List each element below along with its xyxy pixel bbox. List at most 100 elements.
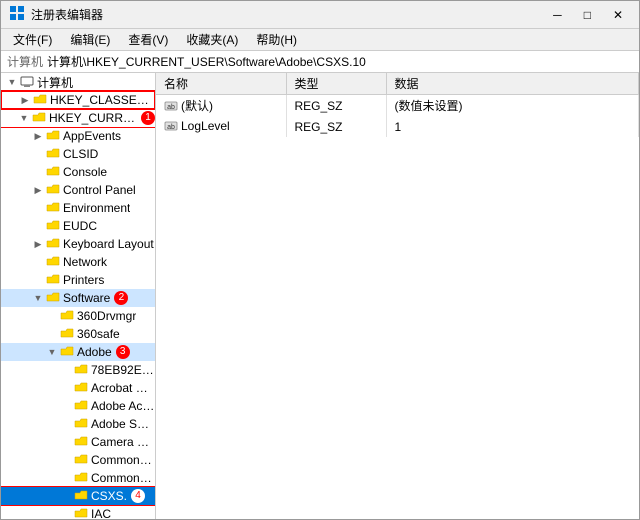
folder-icon-camera-raw [73,435,89,449]
expand-adobe-sync [59,417,73,431]
maximize-button[interactable]: □ [576,6,599,24]
folder-icon-keyboard-layout [45,237,61,251]
content-area: 计算机 HKEY_CLASSES_ROOT HKEY_CURRENT_USER … [1,73,639,519]
menu-view[interactable]: 查看(V) [120,29,176,50]
tree-item-iac[interactable]: IAC [1,505,155,519]
tree-item-keyboard-layout[interactable]: Keyboard Layout [1,235,155,253]
environment-label: Environment [63,201,130,215]
minimize-button[interactable]: ─ [545,6,570,24]
tree-item-appevents[interactable]: AppEvents [1,127,155,145]
tree-item-adobe-synchronizer[interactable]: Adobe Synchronizer [1,415,155,433]
col-header-name: 名称 [156,73,286,95]
expand-printers [31,273,45,287]
commonfiles-label: CommonFiles [91,471,155,485]
tree-item-network[interactable]: Network [1,253,155,271]
tree-item-eudc[interactable]: EUDC [1,217,155,235]
tree-item-control-panel[interactable]: Control Panel [1,181,155,199]
adobe-badge: 3 [116,345,130,359]
menu-file[interactable]: 文件(F) [5,29,60,50]
expand-360safe [45,327,59,341]
control-panel-label: Control Panel [63,183,136,197]
expand-software [31,291,45,305]
folder-icon-78eb [73,363,89,377]
tree-panel: 计算机 HKEY_CLASSES_ROOT HKEY_CURRENT_USER … [1,73,156,519]
adobe-acrobat-label: Adobe Acrobat [91,399,155,413]
expand-csxs [59,489,73,503]
reg-data-loglevel: 1 [386,117,639,137]
tree-item-acrobat-distiller[interactable]: Acrobat Distiller [1,379,155,397]
menu-bar: 文件(F) 编辑(E) 查看(V) 收藏夹(A) 帮助(H) [1,29,639,51]
appevents-label: AppEvents [63,129,121,143]
tree-item-computer[interactable]: 计算机 [1,73,155,91]
expand-network [31,255,45,269]
tree-item-csxs[interactable]: CSXS. 4 [1,487,155,505]
title-bar: 注册表编辑器 ─ □ ✕ [1,1,639,29]
close-button[interactable]: ✕ [605,6,631,24]
tree-item-commonfiles[interactable]: CommonFiles [1,469,155,487]
adobe-label: Adobe [77,345,112,359]
expand-eudc [31,219,45,233]
tree-item-clsid[interactable]: CLSID [1,145,155,163]
expand-78eb [59,363,73,377]
folder-icon-console [45,165,61,179]
tree-item-software[interactable]: Software 2 [1,289,155,307]
folder-icon-appevents [45,129,61,143]
software-badge: 2 [114,291,128,305]
csxs-label: CSXS. [91,489,127,503]
address-path: 计算机\HKEY_CURRENT_USER\Software\Adobe\CSX… [47,53,366,70]
reg-data-default: (数值未设置) [386,95,639,117]
table-row[interactable]: ab (默认) REG_SZ (数值未设置) [156,95,639,117]
menu-help[interactable]: 帮助(H) [248,29,305,50]
adobe-sync-label: Adobe Synchronizer [91,417,155,431]
tree-item-camera-raw[interactable]: Camera Raw [1,433,155,451]
menu-favorites[interactable]: 收藏夹(A) [178,29,246,50]
window-icon [9,5,25,24]
printers-label: Printers [63,273,104,287]
expand-acrobat-distiller [59,381,73,395]
tree-item-78eb[interactable]: 78EB92E7742A [1,361,155,379]
tree-item-360drvmgr[interactable]: 360Drvmgr [1,307,155,325]
expand-adobe [45,345,59,359]
tree-item-common-150[interactable]: Common 15.0 [1,451,155,469]
window-title: 注册表编辑器 [31,6,103,23]
table-row[interactable]: ab LogLevel REG_SZ 1 [156,117,639,137]
tree-item-printers[interactable]: Printers [1,271,155,289]
expand-computer [5,75,19,89]
col-header-type: 类型 [286,73,386,95]
folder-icon-adobe-acrobat [73,399,89,413]
tree-item-adobe-acrobat[interactable]: Adobe Acrobat [1,397,155,415]
expand-common-150 [59,453,73,467]
menu-edit[interactable]: 编辑(E) [62,29,118,50]
folder-icon-clsid [45,147,61,161]
tree-item-hkcu[interactable]: HKEY_CURRENT_USER 1 [1,109,155,127]
common-150-label: Common 15.0 [91,453,155,467]
svg-text:ab: ab [167,124,175,131]
software-label: Software [63,291,110,305]
folder-icon-360safe [59,327,75,341]
folder-icon-adobe-sync [73,417,89,431]
camera-raw-label: Camera Raw [91,435,155,449]
tree-item-360safe[interactable]: 360safe [1,325,155,343]
iac-label: IAC [91,507,111,519]
reg-name-default: ab (默认) [156,95,286,117]
folder-icon-network [45,255,61,269]
hkcr-label: HKEY_CLASSES_ROOT [50,93,154,107]
svg-text:ab: ab [167,104,175,111]
folder-icon-hkcu [31,111,47,125]
col-header-data: 数据 [386,73,639,95]
folder-icon-commonfiles [73,471,89,485]
address-label: 计算机 [7,53,43,70]
acrobat-distiller-label: Acrobat Distiller [91,381,155,395]
eudc-label: EUDC [63,219,97,233]
expand-appevents [31,129,45,143]
78eb-label: 78EB92E7742A [91,363,155,377]
tree-item-console[interactable]: Console [1,163,155,181]
tree-item-hkey-classes-root[interactable]: HKEY_CLASSES_ROOT [1,91,155,109]
folder-icon-common-150 [73,453,89,467]
tree-item-environment[interactable]: Environment [1,199,155,217]
expand-environment [31,201,45,215]
computer-icon [19,75,35,89]
folder-icon-acrobat-distiller [73,381,89,395]
folder-icon-iac [73,507,89,519]
tree-item-adobe[interactable]: Adobe 3 [1,343,155,361]
